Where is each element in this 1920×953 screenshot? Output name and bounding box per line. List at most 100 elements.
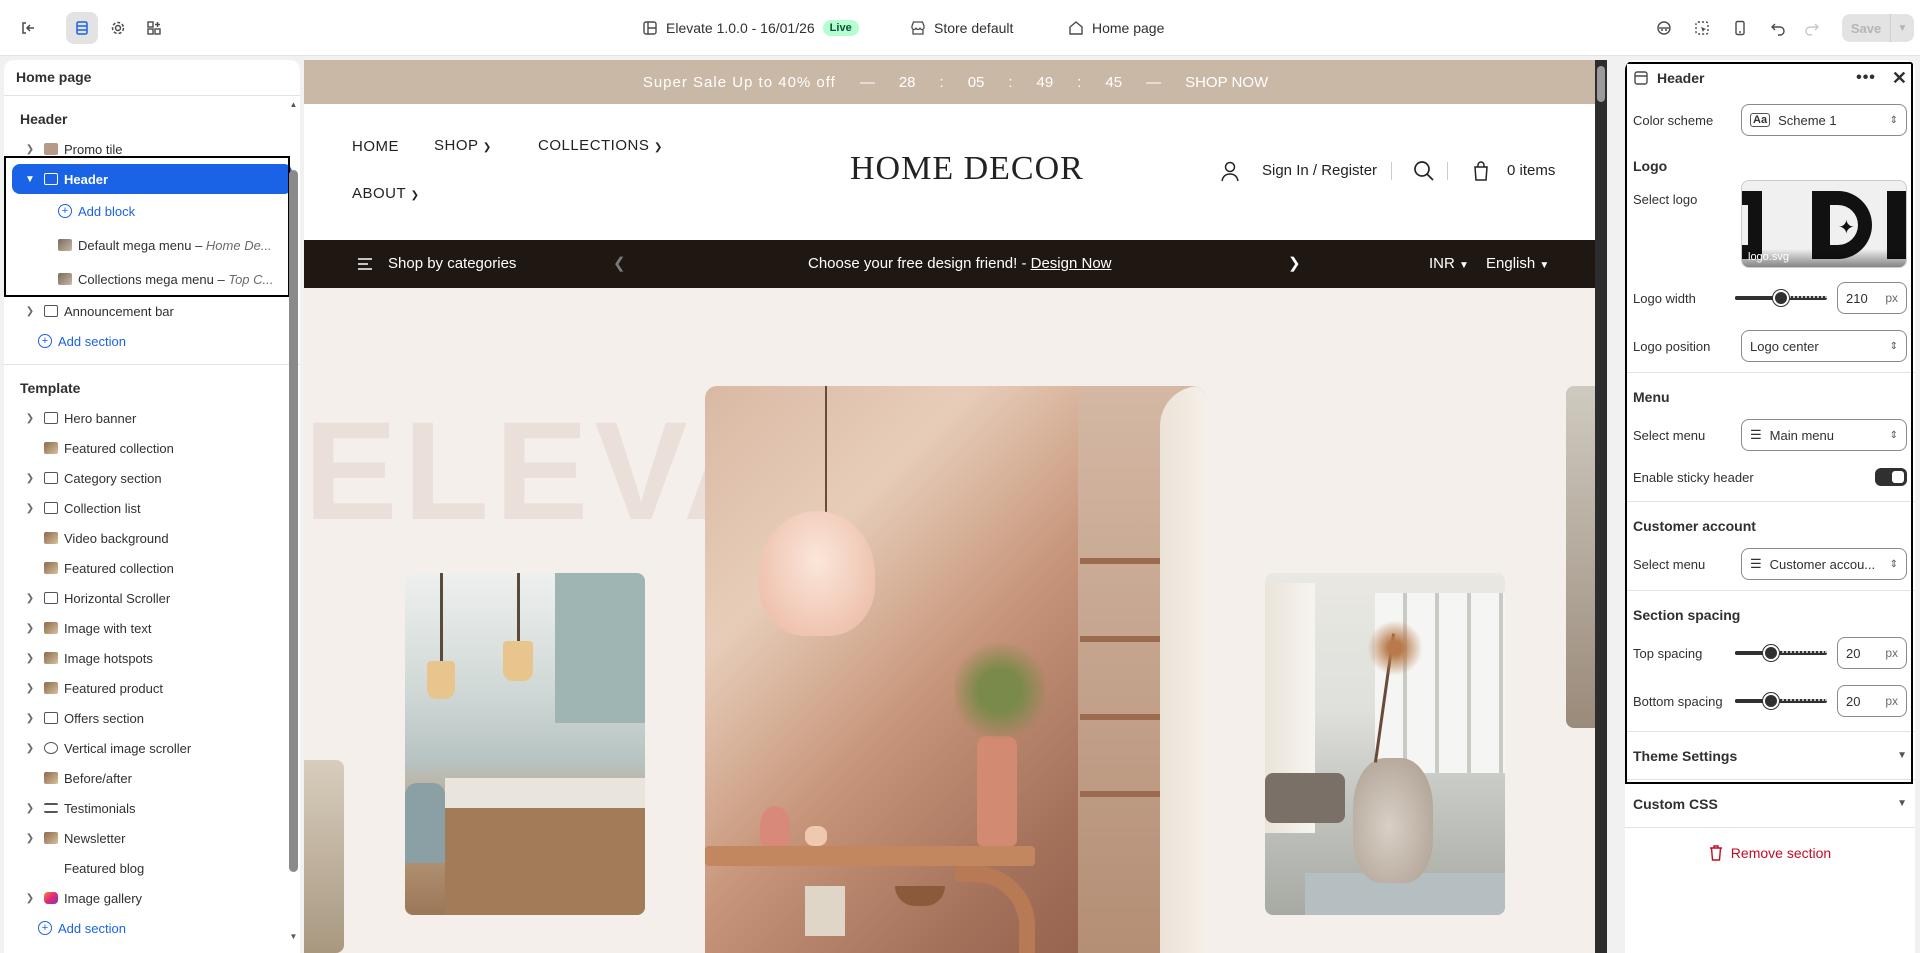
section-horizontal-scroller[interactable]: ❯ Horizontal Scroller xyxy=(4,583,300,613)
exit-icon[interactable] xyxy=(12,12,44,44)
undo-icon[interactable] xyxy=(1762,12,1794,44)
logo-image-picker[interactable]: ✦ logo.svg xyxy=(1741,180,1907,268)
section-featured-product[interactable]: ❯ Featured product xyxy=(4,673,300,703)
chevron-down-icon[interactable]: ▼ xyxy=(20,174,40,185)
chevron-right-icon[interactable]: ❯ xyxy=(20,743,40,754)
bottom-spacing-slider[interactable] xyxy=(1735,693,1827,709)
section-testimonials[interactable]: ❯ Testimonials xyxy=(4,793,300,823)
section-promo-tile[interactable]: ❯ Promo tile xyxy=(4,134,300,164)
select-cursor-icon[interactable] xyxy=(1686,12,1718,44)
close-icon[interactable]: ✕ xyxy=(1892,68,1907,89)
block-default-mega-menu[interactable]: Default mega menu – Home De... xyxy=(4,228,300,262)
field-label: Select menu xyxy=(1633,427,1706,443)
user-icon[interactable] xyxy=(1219,160,1241,185)
store-logo[interactable]: HOME DECOR xyxy=(850,150,1084,188)
shop-now-link[interactable]: SHOP NOW xyxy=(1185,74,1268,91)
more-icon[interactable]: ••• xyxy=(1856,69,1876,87)
chevron-right-icon[interactable]: ❯ xyxy=(20,713,40,724)
section-featured-collection[interactable]: Featured collection xyxy=(4,433,300,463)
nav-collections[interactable]: COLLECTIONS ❯ xyxy=(538,137,663,154)
shop-by-categories[interactable]: Shop by categories xyxy=(388,255,516,272)
logo-position-select[interactable]: Logo center ⇕ xyxy=(1741,330,1907,362)
section-featured-collection[interactable]: Featured collection xyxy=(4,553,300,583)
chevron-right-icon[interactable]: ❯ xyxy=(20,803,40,814)
search-icon[interactable] xyxy=(1413,160,1435,185)
bottom-spacing-input[interactable]: 20 px xyxy=(1837,685,1907,717)
logo-width-input[interactable]: 210 px xyxy=(1837,282,1907,314)
chevron-left-icon[interactable]: ❮ xyxy=(613,254,626,272)
inspector-icon[interactable] xyxy=(1648,12,1680,44)
mobile-view-icon[interactable] xyxy=(1724,12,1756,44)
store-selector[interactable]: Store default xyxy=(910,0,1013,56)
design-now-link[interactable]: Design Now xyxy=(1031,255,1112,272)
chevron-right-icon[interactable]: ❯ xyxy=(20,503,40,514)
signin-link[interactable]: Sign In / Register xyxy=(1262,162,1377,179)
top-spacing-slider[interactable] xyxy=(1735,645,1827,661)
color-scheme-select[interactable]: Aa Scheme 1 ⇕ xyxy=(1741,104,1907,136)
redo-icon[interactable] xyxy=(1796,12,1828,44)
theme-settings-toggle[interactable]: Theme Settings ▼ xyxy=(1625,731,1915,779)
chevron-right-icon[interactable]: ❯ xyxy=(20,623,40,634)
top-spacing-input[interactable]: 20 px xyxy=(1837,637,1907,669)
section-header[interactable]: ▼ Header xyxy=(12,164,292,194)
section-announcement-bar[interactable]: ❯ Announcement bar xyxy=(4,296,300,326)
remove-section-button[interactable]: Remove section xyxy=(1625,827,1915,877)
customer-menu-select[interactable]: ☰ Customer accou... ⇕ xyxy=(1741,548,1907,580)
nav-home[interactable]: HOME xyxy=(352,138,399,155)
section-before-after[interactable]: Before/after xyxy=(4,763,300,793)
slider-handle[interactable] xyxy=(1763,693,1779,709)
language-selector[interactable]: English ▼ xyxy=(1486,255,1549,272)
apps-icon[interactable] xyxy=(138,12,170,44)
slider-handle[interactable] xyxy=(1773,290,1789,306)
section-newsletter[interactable]: ❯ Newsletter xyxy=(4,823,300,853)
block-collections-mega-menu[interactable]: Collections mega menu – Top C... xyxy=(4,262,300,296)
cart-count[interactable]: 0 items xyxy=(1507,162,1555,179)
chevron-right-icon[interactable]: ❯ xyxy=(20,653,40,664)
add-section-button-template[interactable]: + Add section xyxy=(4,913,300,943)
save-button[interactable]: Save xyxy=(1842,14,1890,42)
section-image-gallery[interactable]: ❯ Image gallery xyxy=(4,883,300,913)
top-spacing-field: Top spacing 20 px xyxy=(1625,629,1915,677)
chevron-right-icon[interactable]: ❯ xyxy=(20,413,40,424)
section-collection-list[interactable]: ❯ Collection list xyxy=(4,493,300,523)
number-value: 210 xyxy=(1846,290,1868,306)
sticky-header-toggle[interactable] xyxy=(1875,468,1907,486)
custom-css-toggle[interactable]: Custom CSS ▼ xyxy=(1625,779,1915,827)
section-featured-blog[interactable]: Featured blog xyxy=(4,853,300,883)
preview-scroll-thumb[interactable] xyxy=(1597,66,1605,102)
section-video-background[interactable]: Video background xyxy=(4,523,300,553)
logo-width-slider[interactable] xyxy=(1735,290,1827,306)
preview-scrollbar[interactable] xyxy=(1595,60,1607,953)
chevron-right-icon[interactable]: ❯ xyxy=(20,833,40,844)
menu-icon[interactable] xyxy=(358,257,372,274)
left-scrollbar[interactable] xyxy=(289,170,298,872)
chevron-right-icon[interactable]: ❯ xyxy=(20,683,40,694)
chevron-right-icon[interactable]: ❯ xyxy=(20,473,40,484)
slider-handle[interactable] xyxy=(1763,645,1779,661)
currency-selector[interactable]: INR ▼ xyxy=(1429,255,1469,272)
sections-icon[interactable] xyxy=(66,12,98,44)
scroll-up-icon[interactable]: ▲ xyxy=(289,100,298,109)
main-menu-select[interactable]: ☰ Main menu ⇕ xyxy=(1741,419,1907,451)
section-image-hotspots[interactable]: ❯ Image hotspots xyxy=(4,643,300,673)
theme-selector[interactable]: Elevate 1.0.0 - 16/01/26 Live xyxy=(642,0,859,56)
add-section-button[interactable]: + Add section xyxy=(4,326,300,356)
add-block-button[interactable]: + Add block xyxy=(4,194,300,228)
nav-about[interactable]: ABOUT ❯ xyxy=(352,185,419,202)
page-selector[interactable]: Home page xyxy=(1068,0,1164,56)
cart-icon[interactable] xyxy=(1470,160,1492,185)
section-hero-banner[interactable]: ❯ Hero banner xyxy=(4,403,300,433)
scroll-down-icon[interactable]: ▼ xyxy=(289,932,298,941)
save-dropdown-chevron-icon[interactable]: ▼ xyxy=(1890,14,1914,42)
chevron-right-icon[interactable]: ❯ xyxy=(1288,254,1301,272)
section-image-with-text[interactable]: ❯ Image with text xyxy=(4,613,300,643)
gear-icon[interactable] xyxy=(102,12,134,44)
section-offers[interactable]: ❯ Offers section xyxy=(4,703,300,733)
section-category[interactable]: ❯ Category section xyxy=(4,463,300,493)
chevron-right-icon[interactable]: ❯ xyxy=(20,593,40,604)
chevron-right-icon[interactable]: ❯ xyxy=(20,144,40,155)
chevron-right-icon[interactable]: ❯ xyxy=(20,306,40,317)
nav-shop[interactable]: SHOP ❯ xyxy=(434,137,492,154)
section-vertical-image-scroller[interactable]: ❯ Vertical image scroller xyxy=(4,733,300,763)
chevron-right-icon[interactable]: ❯ xyxy=(20,893,40,904)
